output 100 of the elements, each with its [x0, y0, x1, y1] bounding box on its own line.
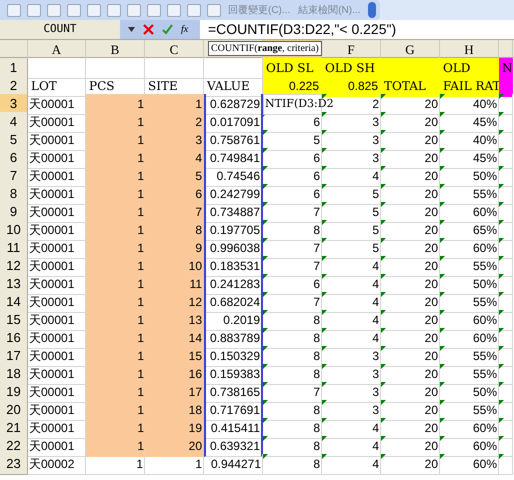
cell-text: 20 — [424, 402, 438, 419]
cell-text: 4 — [372, 420, 379, 437]
cell-text: 天00001 — [29, 294, 74, 311]
cell-text: 天00001 — [29, 186, 74, 203]
cell-text: 20 — [424, 348, 438, 365]
cell-text: 65% — [472, 222, 497, 239]
cell-text: 7 — [313, 258, 320, 275]
cell-text: 天00001 — [29, 168, 74, 185]
column-header[interactable]: C — [170, 40, 178, 60]
cell-text: 6 — [313, 150, 320, 167]
cell-text: 3 — [372, 402, 379, 419]
function-tooltip: COUNTIF(range, criteria) — [208, 41, 322, 56]
toolbar-icon[interactable] — [207, 4, 221, 16]
formula-field[interactable]: =COUNTIF(D3:D22,"< 0.225") — [200, 20, 514, 39]
cell-text: 10 — [188, 258, 202, 275]
cell-text: 天00001 — [29, 132, 74, 149]
toolbar-icon[interactable] — [67, 4, 81, 16]
cell-text: 1 — [137, 420, 144, 437]
cell-text: 60% — [472, 420, 497, 437]
cell-text: 40% — [472, 132, 497, 149]
name-box[interactable]: COUNT — [0, 20, 120, 39]
cell-text: 0.734887 — [210, 204, 260, 221]
cell-text: 5 — [372, 240, 379, 257]
cell-text: 20 — [424, 258, 438, 275]
cell-text: 2 — [372, 96, 379, 113]
cell-text: 天00001 — [29, 438, 74, 455]
column-header[interactable]: G — [405, 40, 415, 60]
cell-text: 0.758761 — [210, 132, 260, 149]
toolbar-icon[interactable] — [127, 4, 141, 16]
cell-text: 1 — [137, 330, 144, 347]
cell-text: 0.415411 — [210, 420, 260, 437]
cell-text: 0.738165 — [210, 384, 260, 401]
cell-text: 天00002 — [29, 456, 74, 473]
cell-text: 7 — [313, 294, 320, 311]
cell-text: 天00001 — [29, 258, 74, 275]
dropdown-icon[interactable] — [128, 27, 135, 32]
cell-text: 60% — [472, 204, 497, 221]
cell-text: 20 — [424, 186, 438, 203]
cell-text: 8 — [313, 402, 320, 419]
cell-text: 8 — [313, 312, 320, 329]
cell-text: 0.682024 — [210, 294, 260, 311]
toolbar-icon[interactable] — [27, 4, 41, 16]
cell-text: 6 — [313, 276, 320, 293]
cell-text: 8 — [313, 222, 320, 239]
cell-text: 天00001 — [29, 150, 74, 167]
cell-text: 9 — [195, 240, 202, 257]
cell-text: 4 — [372, 330, 379, 347]
cell-text: 20 — [424, 312, 438, 329]
toolbar-icon[interactable] — [7, 4, 21, 16]
toolbar-icon[interactable] — [87, 4, 101, 16]
cell-text: 55% — [472, 402, 497, 419]
cell-text: 60% — [472, 456, 497, 473]
toolbar-icon[interactable] — [147, 4, 161, 16]
toolbar-icon[interactable] — [47, 4, 61, 16]
check-icon[interactable] — [162, 24, 173, 35]
cell-text: 7 — [313, 240, 320, 257]
cell-text: 6 — [313, 114, 320, 131]
table-cell: 0.825 — [322, 76, 381, 96]
cell-text: 0.74546 — [216, 168, 260, 185]
cell-text: 1 — [136, 456, 143, 473]
toolbar-options-icon[interactable] — [368, 2, 376, 18]
cell-text: 8 — [313, 420, 320, 437]
cell-text: 0.159383 — [210, 366, 260, 383]
cell-text: 1 — [137, 348, 144, 365]
toolbar-icon[interactable] — [187, 4, 201, 16]
cell-text: 0.017091 — [210, 114, 260, 131]
cell-text: 1 — [137, 294, 144, 311]
cell-text: 1 — [137, 222, 144, 239]
cell-text: 4 — [372, 294, 379, 311]
cell-text: 7 — [195, 204, 202, 221]
cell-text: 1 — [137, 312, 144, 329]
function-icon[interactable]: fx — [181, 22, 188, 37]
cell-text: 60% — [472, 240, 497, 257]
cell-text: 0.717691 — [210, 402, 260, 419]
cell-text: 天00001 — [29, 312, 74, 329]
cell-text: 3 — [195, 132, 202, 149]
cell-text: 14 — [188, 330, 202, 347]
cell-text: 3 — [372, 366, 379, 383]
toolbar-icon[interactable] — [107, 4, 121, 16]
cell-text: 20 — [424, 276, 438, 293]
column-header[interactable]: A — [52, 40, 62, 60]
cell-text: 2 — [195, 114, 202, 131]
cell-text: 3 — [372, 132, 379, 149]
column-header[interactable]: H — [464, 40, 474, 60]
column-header[interactable]: B — [110, 40, 120, 60]
column-header[interactable]: F — [347, 40, 355, 60]
cell-text: 13 — [188, 312, 202, 329]
table-cell — [145, 58, 204, 78]
cell-text: 天00001 — [29, 204, 74, 221]
cell-text: 55% — [472, 258, 497, 275]
cell-text: 1 — [137, 276, 144, 293]
cell-text: 12 — [188, 294, 202, 311]
table-cell: FAIL RAT — [440, 76, 499, 96]
cell-text: 11 — [190, 276, 202, 293]
toolbar-icon[interactable] — [167, 4, 181, 16]
cell-text: 4 — [372, 438, 379, 455]
cancel-icon[interactable] — [143, 24, 154, 35]
cell-text: 5 — [313, 132, 320, 149]
cell-text: 0.197705 — [210, 222, 260, 239]
cell-text: 天00001 — [29, 420, 74, 437]
